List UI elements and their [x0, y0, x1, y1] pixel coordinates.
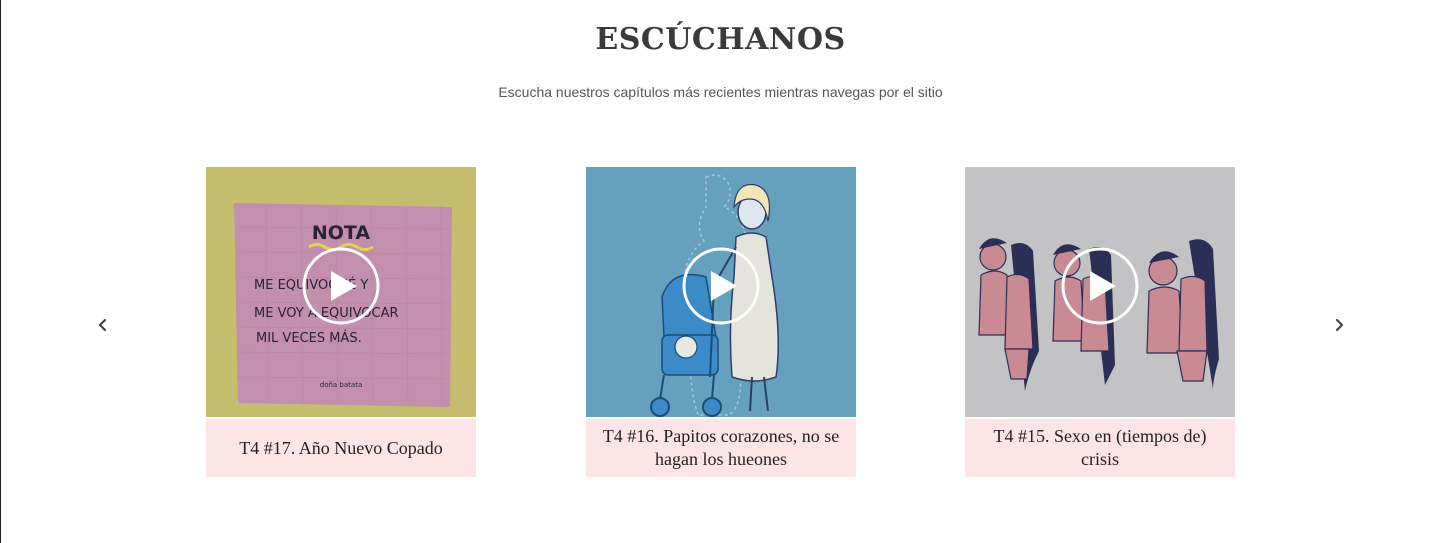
- chevron-left-icon: [98, 318, 107, 332]
- chevron-right-icon: [1335, 318, 1344, 332]
- episode-card[interactable]: T4 #15. Sexo en (tiempos de) crisis: [965, 167, 1235, 477]
- note-heading: NOTA: [312, 222, 371, 244]
- carousel-prev-button[interactable]: [93, 314, 113, 336]
- section-title: ESCÚCHANOS: [595, 22, 846, 57]
- left-border: [0, 0, 1, 543]
- episode-card[interactable]: T4 #16. Papitos corazones, no se hagan l…: [586, 167, 856, 477]
- section-subtitle: Escucha nuestros capítulos más recientes…: [498, 84, 943, 100]
- episode-cover: [965, 167, 1235, 417]
- episode-card[interactable]: NOTA ME EQUIVOQUÉ Y ME VOY A EQUIVOCAR M…: [206, 167, 476, 477]
- carousel-next-button[interactable]: [1329, 314, 1349, 336]
- episode-title[interactable]: T4 #15. Sexo en (tiempos de) crisis: [965, 419, 1235, 477]
- play-icon[interactable]: [302, 247, 380, 325]
- play-icon[interactable]: [1061, 247, 1139, 325]
- episode-title[interactable]: T4 #16. Papitos corazones, no se hagan l…: [586, 419, 856, 477]
- episode-title[interactable]: T4 #17. Año Nuevo Copado: [206, 419, 476, 477]
- play-icon[interactable]: [682, 247, 760, 325]
- episode-cover: [586, 167, 856, 417]
- episode-cover: NOTA ME EQUIVOQUÉ Y ME VOY A EQUIVOCAR M…: [206, 167, 476, 417]
- note-signature: doña batata: [320, 381, 362, 389]
- note-line-3: MIL VECES MÁS.: [256, 330, 362, 346]
